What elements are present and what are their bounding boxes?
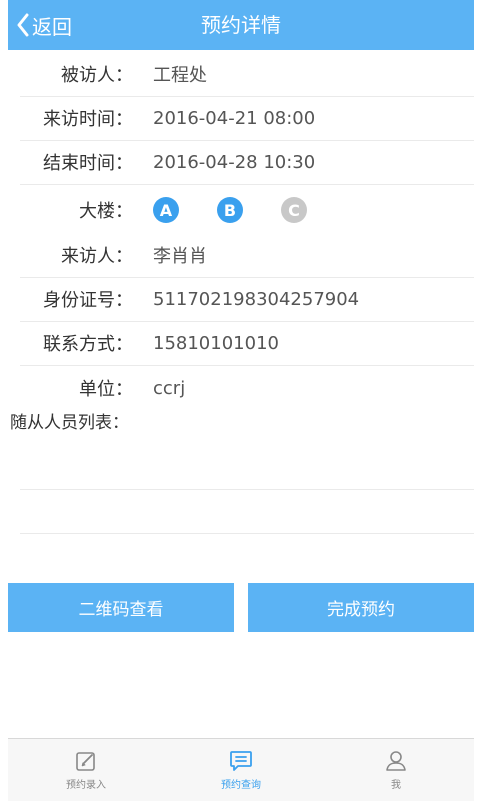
row-host: 被访人： 工程处	[8, 52, 474, 96]
tab-booking-query[interactable]: 预约查询	[181, 739, 301, 801]
host-value: 工程处	[153, 65, 207, 86]
tab-booking-query-label: 预约查询	[221, 779, 261, 791]
divider	[20, 184, 474, 185]
id-number-label: 身份证号：	[43, 290, 133, 311]
company-value: ccrj	[153, 377, 186, 399]
complete-booking-button[interactable]: 完成预约	[248, 583, 474, 632]
companion-list-divider	[20, 489, 474, 490]
end-time-label: 结束时间：	[43, 153, 133, 174]
row-company: 单位： ccrj	[8, 366, 474, 410]
tab-bar: 预约录入 预约查询 我	[8, 738, 474, 801]
row-contact: 联系方式： 15810101010	[8, 321, 474, 365]
row-end-time: 结束时间： 2016-04-28 10:30	[8, 140, 474, 184]
companions-label: 随从人员列表：	[10, 413, 129, 433]
visit-time-value: 2016-04-21 08:00	[153, 107, 316, 129]
host-label: 被访人：	[61, 65, 133, 86]
companion-list-divider	[20, 533, 474, 534]
person-icon	[386, 750, 406, 771]
company-label: 单位：	[79, 379, 133, 400]
building-b-option[interactable]: B	[217, 197, 243, 223]
screen: 返回 预约详情 被访人： 工程处 来访时间： 2016-04-21 08:00 …	[8, 0, 474, 801]
row-visit-time: 来访时间： 2016-04-21 08:00	[8, 96, 474, 140]
building-label: 大楼：	[79, 201, 133, 222]
qrcode-view-button[interactable]: 二维码查看	[8, 583, 234, 632]
contact-label: 联系方式：	[43, 334, 133, 355]
message-list-icon	[230, 750, 252, 771]
building-c-option[interactable]: C	[281, 197, 307, 223]
row-visitor: 来访人： 李肖肖	[8, 233, 474, 277]
building-options: A B C	[153, 197, 307, 223]
contact-value: 15810101010	[153, 332, 279, 354]
visitor-label: 来访人：	[61, 246, 133, 267]
nav-bar: 返回 预约详情	[8, 0, 474, 50]
building-a-option[interactable]: A	[153, 197, 179, 223]
visit-time-label: 来访时间：	[43, 109, 133, 130]
row-building: 大楼： A B C	[8, 188, 474, 232]
visitor-value: 李肖肖	[153, 246, 207, 267]
tab-booking-entry[interactable]: 预约录入	[26, 739, 146, 801]
end-time-value: 2016-04-28 10:30	[153, 151, 316, 173]
tab-me[interactable]: 我	[336, 739, 456, 801]
edit-icon	[76, 751, 95, 771]
row-id-number: 身份证号： 511702198304257904	[8, 277, 474, 321]
page-title: 预约详情	[201, 13, 281, 37]
tab-me-label: 我	[391, 779, 401, 791]
id-number-value: 511702198304257904	[153, 288, 360, 310]
tab-booking-entry-label: 预约录入	[66, 779, 106, 791]
